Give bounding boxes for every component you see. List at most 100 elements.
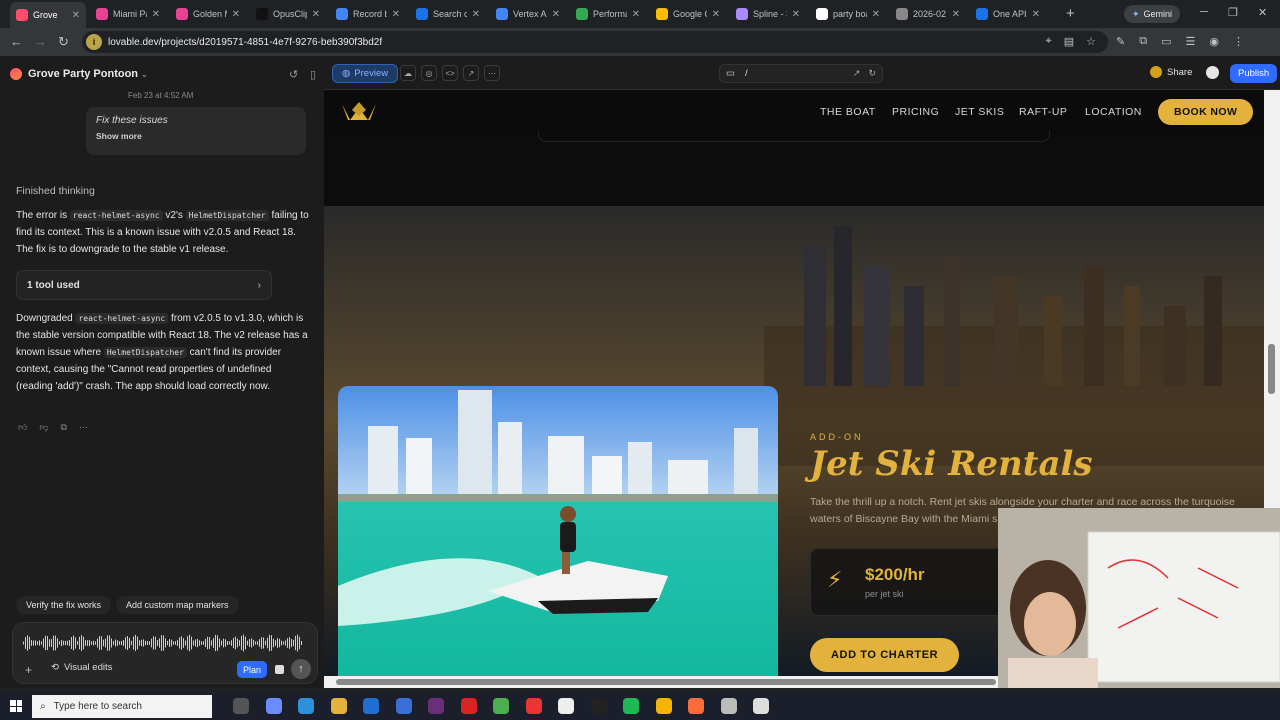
browser-tab[interactable]: OpusClip ✕ [250, 4, 326, 24]
browser-tab[interactable]: Google C ✕ [650, 4, 726, 24]
thumbs-down-icon[interactable]: 👎︎ [39, 422, 48, 433]
crown-logo-icon[interactable] [340, 100, 378, 124]
chrome-profile-icon[interactable] [525, 698, 542, 714]
windows-start-icon[interactable] [10, 700, 22, 712]
slack-icon[interactable] [428, 698, 444, 714]
history-icon[interactable]: ↺ [289, 68, 298, 81]
horizontal-scrollbar[interactable] [324, 676, 998, 688]
address-bar[interactable]: i lovable.dev/projects/d2019571-4851-4e7… [82, 31, 1108, 53]
scrollbar-thumb[interactable] [1268, 344, 1275, 394]
book-now-button[interactable]: BOOK NOW [1158, 99, 1254, 125]
copy-icon[interactable]: ⧉ [61, 422, 67, 433]
tab-close-icon[interactable]: ✕ [392, 9, 400, 20]
restore-icon[interactable]: ❐ [1228, 6, 1238, 19]
tab-close-icon[interactable]: ✕ [872, 9, 880, 20]
browser-tab[interactable]: Miami Pa ✕ [90, 4, 166, 24]
project-switcher[interactable]: Grove Party Pontoon ⌄ [28, 68, 148, 80]
menu-icon[interactable]: ⋮ [1233, 35, 1244, 48]
collapse-panel-icon[interactable]: ▯ [310, 68, 316, 81]
reload-icon[interactable]: ↻ [58, 34, 69, 50]
tab-close-icon[interactable]: ✕ [792, 9, 800, 20]
taskbar-search[interactable]: ⌕ Type here to search [32, 695, 212, 718]
tab-close-icon[interactable]: ✕ [472, 9, 480, 20]
extensions-icon[interactable]: ⧉ [1139, 35, 1147, 48]
chat-composer[interactable]: + ⟲ Visual edits Plan ↑ [12, 622, 318, 684]
app-icon-2[interactable] [720, 698, 737, 714]
more-icon[interactable]: ⋯ [79, 422, 88, 433]
design-icon[interactable]: ◎ [421, 65, 437, 81]
browser-tab[interactable]: One API ✕ [970, 4, 1046, 24]
tab-close-icon[interactable]: ✕ [232, 9, 240, 20]
browser-tab[interactable]: Vertex AI ✕ [490, 4, 566, 24]
attach-plus-icon[interactable]: + [25, 663, 32, 677]
nav-pricing[interactable]: PRICING [892, 106, 939, 118]
thinking-status[interactable]: Finished thinking [16, 185, 95, 197]
refresh-preview-icon[interactable]: ↻ [868, 68, 876, 79]
page-icon[interactable]: ▤ [1064, 35, 1074, 48]
thumbs-up-icon[interactable]: 👍︎ [18, 422, 27, 433]
share-button[interactable]: Share [1150, 66, 1192, 78]
code-icon[interactable]: <> [442, 65, 458, 81]
tab-close-icon[interactable]: ✕ [712, 9, 720, 20]
tab-close-icon[interactable]: ✕ [72, 10, 80, 21]
tab-close-icon[interactable]: ✕ [952, 9, 960, 20]
back-icon[interactable]: ← [10, 34, 23, 49]
github-icon[interactable] [1206, 66, 1219, 79]
add-to-charter-button[interactable]: ADD TO CHARTER [810, 638, 960, 672]
browser-tab[interactable]: party boa ✕ [810, 4, 886, 24]
location-icon[interactable]: ⌖ [1046, 35, 1052, 48]
browser-tab[interactable]: Golden M ✕ [170, 4, 246, 24]
nav-location[interactable]: LOCATION [1085, 106, 1142, 118]
show-more-link[interactable]: Show more [96, 131, 296, 141]
browser-tab[interactable]: Search co ✕ [410, 4, 486, 24]
chatgpt-icon[interactable] [558, 698, 574, 714]
spotify-icon[interactable] [623, 698, 639, 714]
app-icon[interactable] [688, 698, 704, 714]
visual-edits-button[interactable]: ⟲ Visual edits [51, 662, 112, 673]
browser-tab[interactable]: Spline - 3 ✕ [730, 4, 806, 24]
suggestion-verify-fix[interactable]: Verify the fix works [16, 596, 112, 614]
capcut-icon[interactable] [590, 698, 607, 714]
suggestion-map-markers[interactable]: Add custom map markers [116, 596, 239, 614]
task-view-icon[interactable] [233, 698, 249, 714]
send-button[interactable]: ↑ [291, 659, 311, 679]
nav-jet-skis[interactable]: JET SKIS [955, 106, 1004, 118]
open-external-icon[interactable]: ↗ [853, 68, 861, 79]
file-explorer-icon[interactable] [330, 698, 347, 714]
chrome-icon[interactable] [493, 698, 509, 714]
tab-close-icon[interactable]: ✕ [152, 9, 160, 20]
new-tab-button[interactable]: + [1066, 5, 1075, 22]
nav-raft-up[interactable]: RAFT-UP [1019, 106, 1067, 118]
tab-close-icon[interactable]: ✕ [632, 9, 640, 20]
browser-tab[interactable]: 2026-02 ✕ [890, 4, 966, 24]
scrollbar-thumb[interactable] [336, 679, 996, 685]
browser-tab[interactable]: Record b ✕ [330, 4, 406, 24]
pen-extension-icon[interactable]: ✎ [1116, 35, 1125, 48]
bookmark-star-icon[interactable]: ☆ [1086, 35, 1096, 48]
publish-button[interactable]: Publish [1230, 64, 1278, 83]
device-icon[interactable]: ▭ [726, 68, 735, 79]
stop-recording-icon[interactable] [275, 665, 284, 674]
cloud-icon[interactable]: ☁ [400, 65, 416, 81]
outlook-icon[interactable] [363, 698, 379, 714]
copilot-icon[interactable] [265, 698, 282, 714]
tab-close-icon[interactable]: ✕ [552, 9, 560, 20]
preview-path-field[interactable]: ▭ / ↗ ↻ [719, 64, 883, 83]
edge-icon[interactable] [298, 698, 314, 714]
close-window-icon[interactable]: ✕ [1258, 6, 1267, 19]
tab-close-icon[interactable]: ✕ [312, 9, 320, 20]
site-info-icon[interactable]: i [86, 34, 102, 50]
chrome-icon-2[interactable] [655, 698, 672, 714]
preview-button[interactable]: ◍ Preview [332, 64, 399, 83]
app-icon-3[interactable] [753, 698, 769, 714]
plan-button[interactable]: Plan [237, 661, 267, 678]
nav-the-boat[interactable]: THE BOAT [820, 106, 876, 118]
more-tools-icon[interactable]: ⋯ [484, 65, 500, 81]
gemini-button[interactable]: ✦ Gemini [1124, 5, 1181, 23]
tab-close-icon[interactable]: ✕ [1032, 9, 1040, 20]
sidebar-icon[interactable]: ▭ [1161, 35, 1171, 48]
reading-list-icon[interactable]: ☰ [1185, 35, 1195, 48]
analytics-icon[interactable]: ↗ [463, 65, 479, 81]
store-icon[interactable] [395, 698, 412, 714]
browser-tab[interactable]: Grove ✕ [10, 2, 86, 28]
